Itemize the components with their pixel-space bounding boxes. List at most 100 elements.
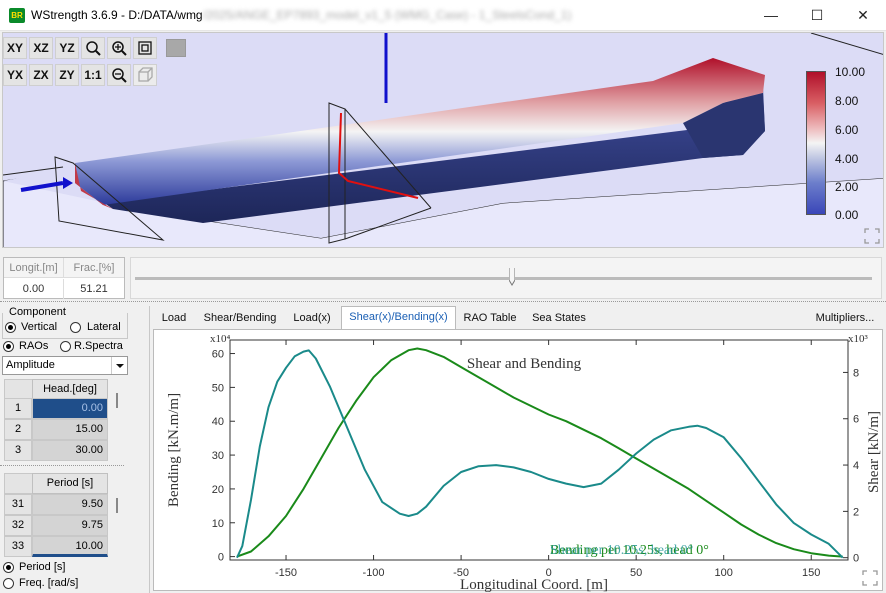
shear-bending-chart[interactable]: -150 -100 -50 0 50 100 150010203040506002468 S… bbox=[154, 330, 884, 592]
freq-radio[interactable] bbox=[3, 578, 14, 589]
multipliers-button[interactable]: Multipliers... bbox=[810, 308, 880, 330]
period-row-number[interactable]: 33 bbox=[4, 536, 32, 557]
y-exponent-label: x10⁴ bbox=[210, 333, 231, 345]
frac-header: Frac.[%] bbox=[64, 258, 124, 278]
cube-view-icon[interactable] bbox=[133, 64, 157, 86]
view-xy-button[interactable]: XY bbox=[3, 37, 27, 59]
tab-load[interactable]: Load bbox=[155, 308, 193, 330]
zoom-search-icon[interactable] bbox=[81, 37, 105, 59]
window-title: WStrength 3.6.9 - D:/DATA/wmg/2025/ANGE_… bbox=[31, 8, 571, 22]
view-1to1-button[interactable]: 1:1 bbox=[81, 64, 105, 86]
period-row-number[interactable]: 32 bbox=[4, 515, 32, 536]
chart-title: Shear and Bending bbox=[467, 356, 582, 372]
file-path-redacted: /2025/ANGE_EP7893_model_v1_5 (WMG_Case) … bbox=[202, 8, 572, 22]
rspectra-label: R.Spectra bbox=[74, 340, 123, 352]
fit-view-icon[interactable] bbox=[133, 37, 157, 59]
heading-header[interactable]: Head.[deg] bbox=[32, 379, 108, 400]
vertical-radio[interactable] bbox=[5, 322, 16, 333]
lateral-label: Lateral bbox=[87, 321, 121, 333]
minimize-button[interactable]: — bbox=[748, 0, 794, 31]
view-yx-button[interactable]: YX bbox=[3, 64, 27, 86]
y-tick-label: 40 bbox=[212, 416, 224, 428]
period-scrollbar[interactable] bbox=[116, 498, 118, 513]
position-table: Longit.[m] Frac.[%] 0.00 51.21 bbox=[3, 257, 125, 299]
heading-row-number[interactable]: 3 bbox=[4, 440, 32, 461]
tab-shear-bending[interactable]: Shear/Bending bbox=[197, 308, 283, 330]
period-cell[interactable]: 10.00 bbox=[32, 536, 108, 557]
color-swatch-icon[interactable] bbox=[166, 39, 186, 57]
colorbar-tick: 2.00 bbox=[835, 180, 859, 194]
y2-exponent-label: x10³ bbox=[848, 333, 869, 345]
longit-header: Longit.[m] bbox=[4, 258, 64, 278]
period-cell[interactable]: 9.75 bbox=[32, 515, 108, 536]
y2-axis-label: Shear [kN/m] bbox=[866, 411, 882, 493]
longit-value[interactable]: 0.00 bbox=[4, 279, 64, 299]
x-tick-label: -100 bbox=[363, 567, 385, 579]
y-axis-label: Bending [kN.m/m] bbox=[166, 393, 182, 507]
y-tick-label: 10 bbox=[212, 518, 224, 530]
y-tick-label: 60 bbox=[212, 349, 224, 361]
app-logo-icon: BR bbox=[9, 8, 25, 23]
close-button[interactable]: ✕ bbox=[840, 0, 886, 31]
period-mode-label: Period [s] bbox=[19, 561, 66, 573]
position-slider-thumb[interactable] bbox=[508, 268, 516, 286]
app-window: BR WStrength 3.6.9 - D:/DATA/wmg/2025/AN… bbox=[0, 0, 886, 593]
tab-shear-x-bending-x[interactable]: Shear(x)/Bending(x) bbox=[341, 306, 456, 330]
view-yz-button[interactable]: YZ bbox=[55, 37, 79, 59]
chevron-down-icon[interactable] bbox=[111, 357, 127, 374]
heading-scrollbar[interactable] bbox=[116, 393, 118, 408]
title-bar: BR WStrength 3.6.9 - D:/DATA/wmg/2025/AN… bbox=[0, 0, 886, 31]
y2-tick-label: 6 bbox=[853, 414, 859, 426]
period-header[interactable]: Period [s] bbox=[32, 473, 108, 494]
position-slider-track[interactable] bbox=[135, 277, 872, 280]
maximize-button[interactable]: ☐ bbox=[794, 0, 840, 31]
zoom-out-icon[interactable] bbox=[107, 64, 131, 86]
response-dropdown[interactable]: Amplitude bbox=[2, 356, 128, 375]
y-tick-label: 0 bbox=[218, 552, 224, 564]
tab-rao-table[interactable]: RAO Table bbox=[458, 308, 522, 330]
y-tick-label: 50 bbox=[212, 382, 224, 394]
heading-cell[interactable]: 15.00 bbox=[32, 419, 108, 440]
colorbar-tick: 6.00 bbox=[835, 123, 859, 137]
color-scale-bar bbox=[806, 71, 826, 215]
raos-radio[interactable] bbox=[3, 341, 14, 352]
x-tick-label: 50 bbox=[630, 567, 642, 579]
legend-entry-shear: Shear per 10.25s, head 0° bbox=[550, 543, 693, 558]
3d-viewport[interactable]: XY XZ YZ YX ZX ZY 1:1 10.00 8.00 6.00 4.… bbox=[2, 32, 884, 248]
y-tick-label: 30 bbox=[212, 450, 224, 462]
view-xz-button[interactable]: XZ bbox=[29, 37, 53, 59]
frac-value[interactable]: 51.21 bbox=[64, 279, 124, 299]
view-zy-button[interactable]: ZY bbox=[55, 64, 79, 86]
vertical-label: Vertical bbox=[21, 321, 58, 333]
tab-sea-states[interactable]: Sea States bbox=[528, 308, 590, 330]
expand-chart-icon[interactable] bbox=[862, 570, 878, 586]
heading-cell[interactable]: 0.00 bbox=[32, 398, 108, 419]
app-name: WStrength 3.6.9 bbox=[31, 8, 118, 22]
x-tick-label: 150 bbox=[802, 567, 820, 579]
rspectra-radio[interactable] bbox=[60, 341, 71, 352]
lateral-radio[interactable] bbox=[70, 322, 81, 333]
heading-row-number[interactable]: 2 bbox=[4, 419, 32, 440]
zoom-in-icon[interactable] bbox=[107, 37, 131, 59]
freq-mode-label: Freq. [rad/s] bbox=[19, 577, 79, 589]
colorbar-tick: 4.00 bbox=[835, 152, 859, 166]
expand-view-icon[interactable] bbox=[864, 228, 880, 244]
view-zx-button[interactable]: ZX bbox=[29, 64, 53, 86]
period-row-number[interactable]: 31 bbox=[4, 494, 32, 515]
file-path: - D:/DATA/wmg bbox=[117, 8, 203, 22]
colorbar-tick: 0.00 bbox=[835, 208, 859, 222]
heading-row-number[interactable]: 1 bbox=[4, 398, 32, 419]
y2-tick-label: 0 bbox=[853, 553, 859, 565]
heading-cell[interactable]: 30.00 bbox=[32, 440, 108, 461]
y2-tick-label: 8 bbox=[853, 367, 859, 379]
heading-corner bbox=[4, 379, 32, 400]
period-cell[interactable]: 9.50 bbox=[32, 494, 108, 515]
tab-load-x[interactable]: Load(x) bbox=[287, 308, 337, 330]
x-axis-label: Longitudinal Coord. [m] bbox=[460, 577, 608, 592]
x-tick-label: 100 bbox=[715, 567, 733, 579]
raos-label: RAOs bbox=[19, 340, 49, 352]
period-radio[interactable] bbox=[3, 562, 14, 573]
y2-tick-label: 4 bbox=[853, 460, 859, 472]
colorbar-tick: 10.00 bbox=[835, 65, 866, 79]
y-tick-label: 20 bbox=[212, 484, 224, 496]
